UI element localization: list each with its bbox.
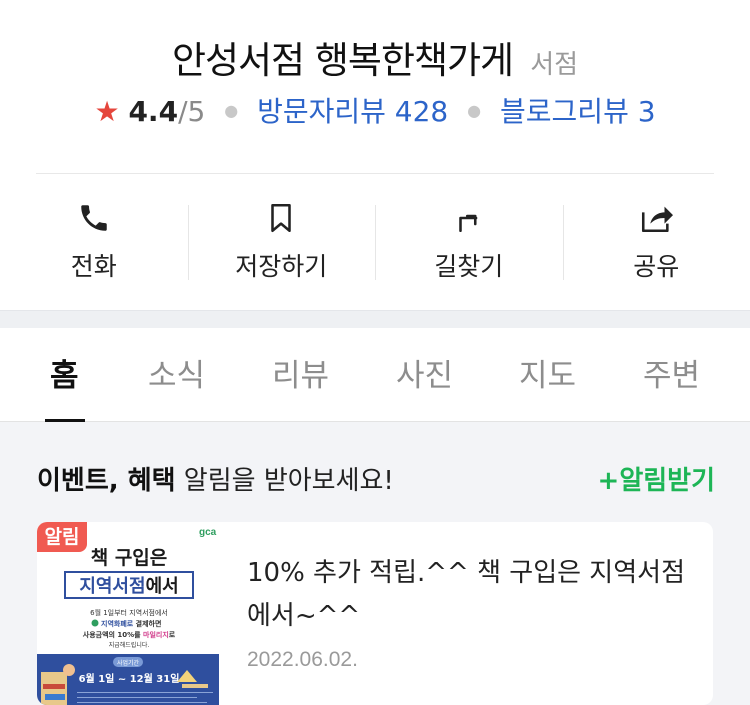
save-label: 저장하기 xyxy=(235,252,328,281)
tab-photos[interactable]: 사진 xyxy=(396,350,453,395)
poster-line-3: 사용금액의 10%를 마일리지로 xyxy=(83,630,176,639)
notify-button[interactable]: +알림받기 xyxy=(598,460,715,497)
news-badge: 알림 xyxy=(37,522,87,552)
separator-dot: ● xyxy=(224,101,239,120)
directions-icon xyxy=(458,214,478,233)
tab-home[interactable]: 홈 xyxy=(50,350,79,395)
news-title: 10% 추가 적립.^^ 책 구입은 지역서점에서~^^ xyxy=(247,558,685,631)
section-gap xyxy=(0,310,750,328)
tab-nearby[interactable]: 주변 xyxy=(643,350,700,395)
news-thumbnail: 알림 gca 책 구입은 지역서점에서 6월 1일부터 지역서점에서 지역화폐로… xyxy=(37,522,219,705)
tab-news[interactable]: 소식 xyxy=(148,350,205,395)
directions-button[interactable]: 길찾기 xyxy=(375,175,563,310)
home-content: 이벤트, 혜택 알림을 받아보세요! +알림받기 알림 gca 책 구입은 지역… xyxy=(0,422,750,705)
tab-reviews[interactable]: 리뷰 xyxy=(272,350,329,395)
rating-value: 4.4 xyxy=(128,95,179,128)
news-card-text: 10% 추가 적립.^^ 책 구입은 지역서점에서~^^ 2022.06.02. xyxy=(247,552,687,672)
separator-dot: ● xyxy=(467,101,482,120)
poster-line-2: 지역화폐로 결제하면 xyxy=(101,619,161,628)
news-card[interactable]: 알림 gca 책 구입은 지역서점에서 6월 1일부터 지역서점에서 지역화폐로… xyxy=(37,522,713,705)
place-category: 서점 xyxy=(530,50,579,80)
phone-icon xyxy=(81,205,107,231)
tab-bar: 홈 소식 리뷰 사진 지도 주변 xyxy=(0,328,750,422)
poster-period-label: 사업기간 xyxy=(117,659,140,667)
event-banner: 이벤트, 혜택 알림을 받아보세요! +알림받기 xyxy=(37,460,715,497)
event-banner-bold: 이벤트, 혜택 xyxy=(37,466,176,496)
save-button[interactable]: 저장하기 xyxy=(187,175,376,310)
call-button[interactable]: 전화 xyxy=(0,175,188,310)
place-name: 안성서점 행복한책가게 xyxy=(171,39,514,82)
poster-headline-1: 책 구입은 xyxy=(91,547,168,569)
share-button[interactable]: 공유 xyxy=(562,175,750,310)
poster-logo: gca xyxy=(199,527,217,538)
title-row: 안성서점 행복한책가게 서점 xyxy=(0,30,750,84)
event-banner-text: 이벤트, 혜택 알림을 받아보세요! xyxy=(37,466,394,496)
rating-max: /5 xyxy=(178,95,206,128)
blog-reviews-link[interactable]: 블로그리뷰 3 xyxy=(500,95,656,128)
bookmark-icon xyxy=(271,203,292,233)
visitor-reviews-link[interactable]: 방문자리뷰 428 xyxy=(257,95,448,128)
call-label: 전화 xyxy=(70,252,117,281)
place-header: 안성서점 행복한책가게 서점 ★ 4.4/5 ● 방문자리뷰 428 ● 블로그… xyxy=(0,0,750,175)
share-icon xyxy=(642,206,674,233)
tab-map[interactable]: 지도 xyxy=(519,350,576,395)
directions-label: 길찾기 xyxy=(434,252,504,281)
poster-period: 6월 1일 ~ 12월 31일 xyxy=(79,672,180,685)
star-icon: ★ xyxy=(94,95,120,128)
rating-row: ★ 4.4/5 ● 방문자리뷰 428 ● 블로그리뷰 3 xyxy=(0,90,750,130)
header-divider xyxy=(36,173,714,174)
event-banner-rest: 알림을 받아보세요! xyxy=(175,466,394,496)
news-date: 2022.06.02. xyxy=(247,648,358,671)
action-bar: 전화 저장하기 길찾기 공유 xyxy=(0,175,750,310)
poster-line-4: 지급해드립니다. xyxy=(109,641,150,649)
share-label: 공유 xyxy=(633,252,680,281)
poster-line-1: 6월 1일부터 지역서점에서 xyxy=(90,608,168,617)
poster-headline-2: 지역서점에서 xyxy=(79,576,178,597)
